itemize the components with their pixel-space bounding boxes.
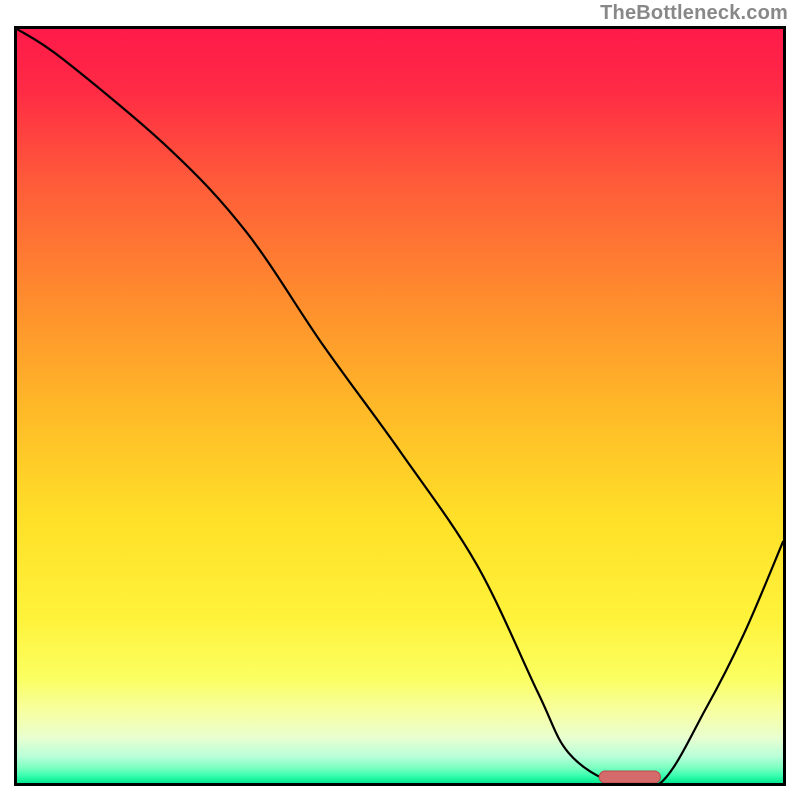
- bottleneck-chart: [14, 26, 786, 786]
- watermark-text: TheBottleneck.com: [600, 2, 788, 25]
- optimal-marker: [599, 771, 660, 783]
- chart-container: [14, 26, 786, 786]
- chart-background-gradient: [17, 29, 783, 783]
